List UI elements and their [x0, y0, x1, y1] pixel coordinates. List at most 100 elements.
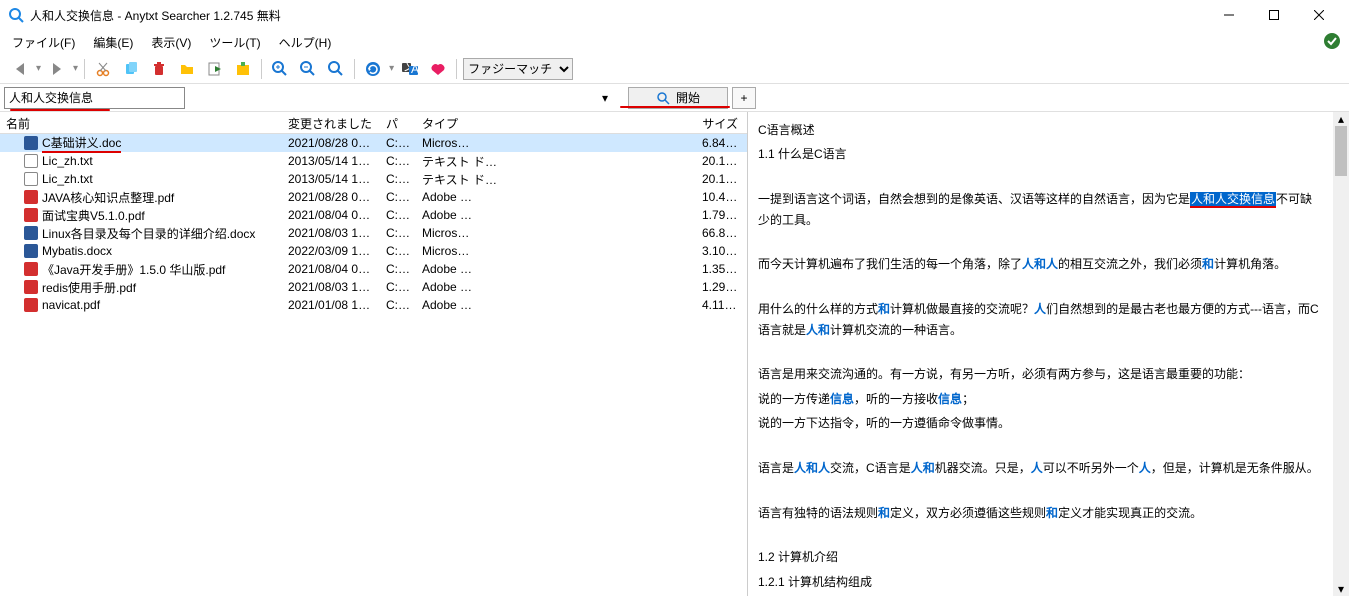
- cell-type: Micros…: [416, 136, 696, 150]
- file-name-label: navicat.pdf: [42, 298, 100, 312]
- file-name-label: C基础讲义.doc: [42, 134, 121, 153]
- table-row[interactable]: Lic_zh.txt2013/05/14 10:1…C:¥…テキスト ド…20.…: [0, 152, 747, 170]
- cell-modified: 2021/08/04 09:5…: [282, 208, 380, 222]
- scrollbar-thumb[interactable]: [1335, 126, 1347, 176]
- menu-tools[interactable]: ツール(T): [201, 32, 268, 53]
- maximize-button[interactable]: [1251, 0, 1296, 30]
- cell-path: C:¥…: [380, 172, 416, 186]
- cell-name: 面试宝典V5.1.0.pdf: [0, 207, 282, 224]
- file-name-label: redis使用手册.pdf: [42, 279, 136, 296]
- preview-paragraph: 语言是用来交流沟通的。有一方说，有另一方听，必须有两方参与，这是语言最重要的功能…: [758, 364, 1323, 384]
- table-row[interactable]: Linux各目录及每个目录的详细介绍.docx2021/08/03 18:0…C…: [0, 224, 747, 242]
- settings-button[interactable]: [231, 57, 255, 81]
- menu-view[interactable]: 表示(V): [143, 32, 199, 53]
- highlight-match: 人和人交换信息: [1190, 192, 1276, 208]
- column-header-modified[interactable]: 変更されました: [282, 112, 380, 133]
- close-button[interactable]: [1296, 0, 1341, 30]
- add-tab-button[interactable]: +: [732, 87, 756, 109]
- translate-button[interactable]: 文A: [398, 57, 422, 81]
- cell-name: Lic_zh.txt: [0, 172, 282, 186]
- cell-modified: 2013/05/14 10:1…: [282, 154, 380, 168]
- table-row[interactable]: navicat.pdf2021/01/08 18:0…C:¥…Adobe …4.…: [0, 296, 747, 314]
- minimize-button[interactable]: [1206, 0, 1251, 30]
- cell-size: 6.84 MB: [696, 136, 747, 150]
- cell-size: 20.17 KB: [696, 154, 747, 168]
- refresh-dropdown[interactable]: ▾: [389, 63, 394, 74]
- title-bar: 人和人交换信息 - Anytxt Searcher 1.2.745 無料: [0, 0, 1349, 30]
- table-row[interactable]: 面试宝典V5.1.0.pdf2021/08/04 09:5…C:¥…Adobe …: [0, 206, 747, 224]
- cell-size: 10.42 MB: [696, 190, 747, 204]
- open-folder-button[interactable]: [175, 57, 199, 81]
- window-title: 人和人交换信息 - Anytxt Searcher 1.2.745 無料: [30, 7, 1206, 24]
- pdf-file-icon: [24, 298, 38, 312]
- txt-file-icon: [24, 172, 38, 186]
- table-row[interactable]: 《Java开发手册》1.5.0 华山版.pdf2021/08/04 09:3…C…: [0, 260, 747, 278]
- preview-content: C语言概述 1.1 什么是C语言 一提到语言这个词语，自然会想到的是像英语、汉语…: [758, 120, 1339, 596]
- cell-size: 4.11 MB: [696, 298, 747, 312]
- nav-back-button[interactable]: [8, 57, 32, 81]
- column-header-size[interactable]: サイズ: [696, 112, 747, 133]
- pdf-file-icon: [24, 280, 38, 294]
- table-row[interactable]: JAVA核心知识点整理.pdf2021/08/28 00:4…C:¥…Adobe…: [0, 188, 747, 206]
- column-header-type[interactable]: タイプ: [416, 112, 696, 133]
- copy-button[interactable]: [119, 57, 143, 81]
- cell-modified: 2021/08/28 00:4…: [282, 190, 380, 204]
- menu-help[interactable]: ヘルプ(H): [271, 32, 340, 53]
- cell-type: テキスト ド…: [416, 171, 696, 188]
- zoom-reset-button[interactable]: [324, 57, 348, 81]
- table-row[interactable]: redis使用手册.pdf2021/08/03 18:0…C:¥…Adobe ……: [0, 278, 747, 296]
- cell-size: 66.89 KB: [696, 226, 747, 240]
- column-header-path[interactable]: パス: [380, 112, 416, 133]
- table-row[interactable]: Lic_zh.txt2013/05/14 17:3…C:¥…テキスト ド…20.…: [0, 170, 747, 188]
- preview-subheading: 1.1 什么是C语言: [758, 144, 1323, 164]
- match-mode-select[interactable]: ファジーマッチ: [463, 58, 573, 80]
- cell-path: C:¥…: [380, 280, 416, 294]
- separator: [354, 59, 355, 79]
- nav-forward-button[interactable]: [45, 57, 69, 81]
- preview-paragraph: 一提到语言这个词语，自然会想到的是像英语、汉语等这样的自然语言，因为它是人和人交…: [758, 189, 1323, 230]
- nav-back-dropdown[interactable]: ▾: [36, 63, 41, 74]
- favorite-button[interactable]: [426, 57, 450, 81]
- pdf-file-icon: [24, 190, 38, 204]
- nav-forward-dropdown[interactable]: ▾: [73, 63, 78, 74]
- file-name-label: 《Java开发手册》1.5.0 华山版.pdf: [42, 261, 225, 278]
- preview-paragraph: 语言有独特的语法规则和定义，双方必须遵循这些规则和定义才能实现真正的交流。: [758, 503, 1323, 523]
- plus-icon: +: [740, 91, 747, 105]
- cell-path: C:¥…: [380, 136, 416, 150]
- app-icon: [8, 7, 24, 23]
- zoom-in-button[interactable]: [268, 57, 292, 81]
- delete-button[interactable]: [147, 57, 171, 81]
- separator: [456, 59, 457, 79]
- annotation-red-underline: [10, 109, 110, 111]
- preview-paragraph: 用什么的什么样的方式和计算机做最直接的交流呢？人们自然想到的是最古老也最方便的方…: [758, 299, 1323, 340]
- search-dropdown-icon[interactable]: ▾: [602, 91, 608, 105]
- cell-name: Linux各目录及每个目录的详细介绍.docx: [0, 225, 282, 242]
- refresh-button[interactable]: [361, 57, 385, 81]
- file-name-label: JAVA核心知识点整理.pdf: [42, 189, 174, 206]
- results-list: C基础讲义.doc2021/08/28 00:4…C:¥…Micros…6.84…: [0, 134, 747, 596]
- search-input-wrapper: ▾: [4, 87, 612, 109]
- cell-name: Mybatis.docx: [0, 244, 282, 258]
- cell-modified: 2021/08/03 18:0…: [282, 226, 380, 240]
- scroll-down-icon[interactable]: ▾: [1333, 582, 1349, 596]
- scroll-up-icon[interactable]: ▴: [1333, 112, 1349, 126]
- preview-scrollbar[interactable]: ▴ ▾: [1333, 112, 1349, 596]
- cut-button[interactable]: [91, 57, 115, 81]
- menu-edit[interactable]: 編集(E): [85, 32, 141, 53]
- cell-path: C:¥…: [380, 244, 416, 258]
- column-header-name[interactable]: 名前: [0, 112, 282, 133]
- search-row: ▾ 開始 +: [0, 84, 1349, 112]
- zoom-out-button[interactable]: [296, 57, 320, 81]
- doc-file-icon: [24, 136, 38, 150]
- cell-size: 1.35 MB: [696, 262, 747, 276]
- cell-name: C基础讲义.doc: [0, 134, 282, 153]
- cell-type: Adobe …: [416, 298, 696, 312]
- search-input[interactable]: [4, 87, 185, 109]
- cell-name: 《Java开发手册》1.5.0 华山版.pdf: [0, 261, 282, 278]
- table-row[interactable]: C基础讲义.doc2021/08/28 00:4…C:¥…Micros…6.84…: [0, 134, 747, 152]
- table-row[interactable]: Mybatis.docx2022/03/09 16:0…C:¥…Micros…3…: [0, 242, 747, 260]
- menu-file[interactable]: ファイル(F): [4, 32, 83, 53]
- status-check-icon: [1323, 32, 1341, 53]
- preview-heading: C语言概述: [758, 120, 1323, 140]
- export-button[interactable]: [203, 57, 227, 81]
